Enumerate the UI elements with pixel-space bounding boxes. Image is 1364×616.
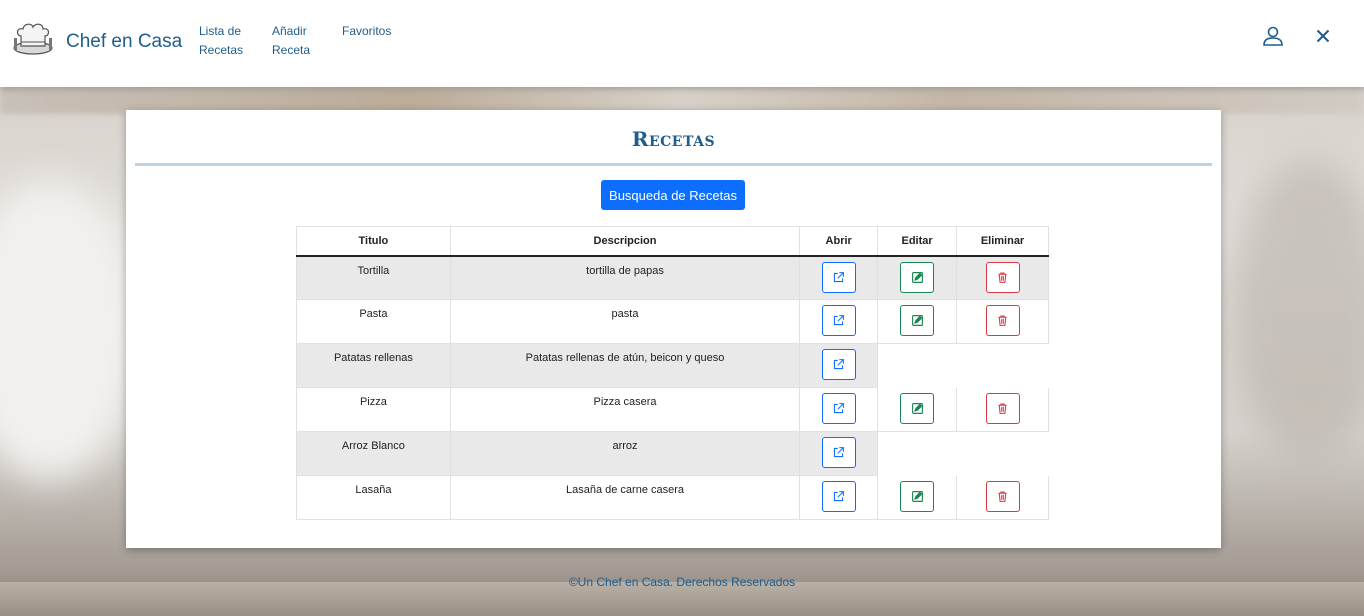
cell-eliminar (956, 255, 1049, 300)
cell-titulo: Arroz Blanco (296, 431, 451, 476)
recipes-card: Recetas Busqueda de Recetas Titulo Descr… (126, 110, 1221, 548)
pencil-square-icon (911, 402, 924, 415)
cell-empty (956, 431, 1049, 476)
title-divider (135, 163, 1212, 166)
open-recipe-button[interactable] (821, 393, 856, 424)
edit-recipe-button[interactable] (900, 481, 935, 512)
cell-descripcion: tortilla de papas (449, 255, 801, 300)
top-navbar: Chef en Casa Lista de Recetas Añadir Rec… (0, 0, 1364, 87)
table-row: Pizza Pizza casera (296, 387, 1049, 432)
trash-icon (996, 271, 1009, 284)
background-blur (1230, 160, 1364, 460)
delete-recipe-button[interactable] (985, 305, 1020, 336)
nav-label-line: Favoritos (342, 24, 392, 38)
open-recipe-button[interactable] (821, 261, 856, 293)
trash-icon (996, 402, 1009, 415)
open-recipe-button[interactable] (821, 349, 856, 380)
column-header-titulo: Titulo (296, 226, 451, 257)
nav-anadir-receta[interactable]: Añadir Receta (272, 22, 332, 60)
chef-hat-logo-icon[interactable] (12, 22, 54, 56)
cell-empty (956, 343, 1049, 388)
footer-copyright: ©Un Chef en Casa. Derechos Reservados (568, 575, 796, 589)
table-row: Lasaña Lasaña de carne casera (296, 475, 1049, 520)
delete-recipe-button[interactable] (985, 261, 1020, 293)
cell-empty (877, 343, 958, 388)
table-row: Tortilla tortilla de papas (296, 255, 1049, 300)
pencil-square-icon (911, 271, 924, 284)
edit-recipe-button[interactable] (900, 305, 935, 336)
background-blur (0, 180, 140, 480)
cell-editar (877, 387, 958, 432)
nav-favoritos[interactable]: Favoritos (342, 22, 402, 41)
cell-descripcion: arroz (449, 431, 801, 476)
nav-label-line: Recetas (199, 43, 244, 57)
cell-abrir (799, 387, 879, 432)
cell-titulo: Pizza (296, 387, 451, 432)
cell-titulo: Pasta (296, 299, 451, 344)
external-link-icon (832, 358, 845, 371)
cell-eliminar (956, 475, 1049, 520)
cell-editar (877, 475, 958, 520)
column-header-abrir: Abrir (799, 226, 879, 257)
open-recipe-button[interactable] (821, 481, 856, 512)
external-link-icon (832, 314, 845, 327)
nav-label-line: Añadir (272, 24, 307, 38)
nav-label-line: Lista de (199, 24, 242, 38)
column-header-descripcion: Descripcion (449, 226, 801, 257)
external-link-icon (832, 490, 845, 503)
cell-editar (877, 255, 958, 300)
external-link-icon (832, 446, 845, 459)
table-header-row: Titulo Descripcion Abrir Editar Eliminar (296, 226, 1049, 257)
table-row: Patatas rellenas Patatas rellenas de atú… (296, 343, 1049, 388)
cell-abrir (799, 475, 879, 520)
recipes-table-body: Tortilla tortilla de papas Pasta pasta P… (296, 255, 1049, 520)
cell-descripcion: Pizza casera (449, 387, 801, 432)
cell-descripcion: pasta (449, 299, 801, 344)
table-row: Pasta pasta (296, 299, 1049, 344)
cell-eliminar (956, 299, 1049, 344)
cell-titulo: Patatas rellenas (296, 343, 451, 388)
cell-titulo: Lasaña (296, 475, 451, 520)
external-link-icon (832, 271, 845, 284)
cell-empty (877, 431, 958, 476)
cell-abrir (799, 343, 879, 388)
user-icon[interactable] (1261, 24, 1285, 48)
cell-descripcion: Lasaña de carne casera (449, 475, 801, 520)
trash-icon (996, 314, 1009, 327)
search-recipes-button[interactable]: Busqueda de Recetas (601, 180, 745, 210)
cell-descripcion: Patatas rellenas de atún, beicon y queso (449, 343, 801, 388)
brand-name[interactable]: Chef en Casa (66, 31, 182, 53)
cell-titulo: Tortilla (296, 255, 451, 300)
open-recipe-button[interactable] (821, 305, 856, 336)
page-title: Recetas (631, 127, 716, 151)
close-icon[interactable] (1311, 24, 1335, 48)
table-row: Arroz Blanco arroz (296, 431, 1049, 476)
cell-abrir (799, 431, 879, 476)
recipes-table: Titulo Descripcion Abrir Editar Eliminar… (296, 226, 1049, 520)
trash-icon (996, 490, 1009, 503)
cell-editar (877, 299, 958, 344)
edit-recipe-button[interactable] (900, 393, 935, 424)
cell-abrir (799, 255, 879, 300)
external-link-icon (832, 402, 845, 415)
delete-recipe-button[interactable] (985, 393, 1020, 424)
column-header-editar: Editar (877, 226, 958, 257)
delete-recipe-button[interactable] (985, 481, 1020, 512)
pencil-square-icon (911, 314, 924, 327)
open-recipe-button[interactable] (821, 437, 856, 468)
cell-abrir (799, 299, 879, 344)
cell-eliminar (956, 387, 1049, 432)
pencil-square-icon (911, 490, 924, 503)
column-header-eliminar: Eliminar (956, 226, 1049, 257)
edit-recipe-button[interactable] (900, 261, 935, 293)
nav-lista-recetas[interactable]: Lista de Recetas (199, 22, 259, 60)
nav-label-line: Receta (272, 43, 311, 57)
